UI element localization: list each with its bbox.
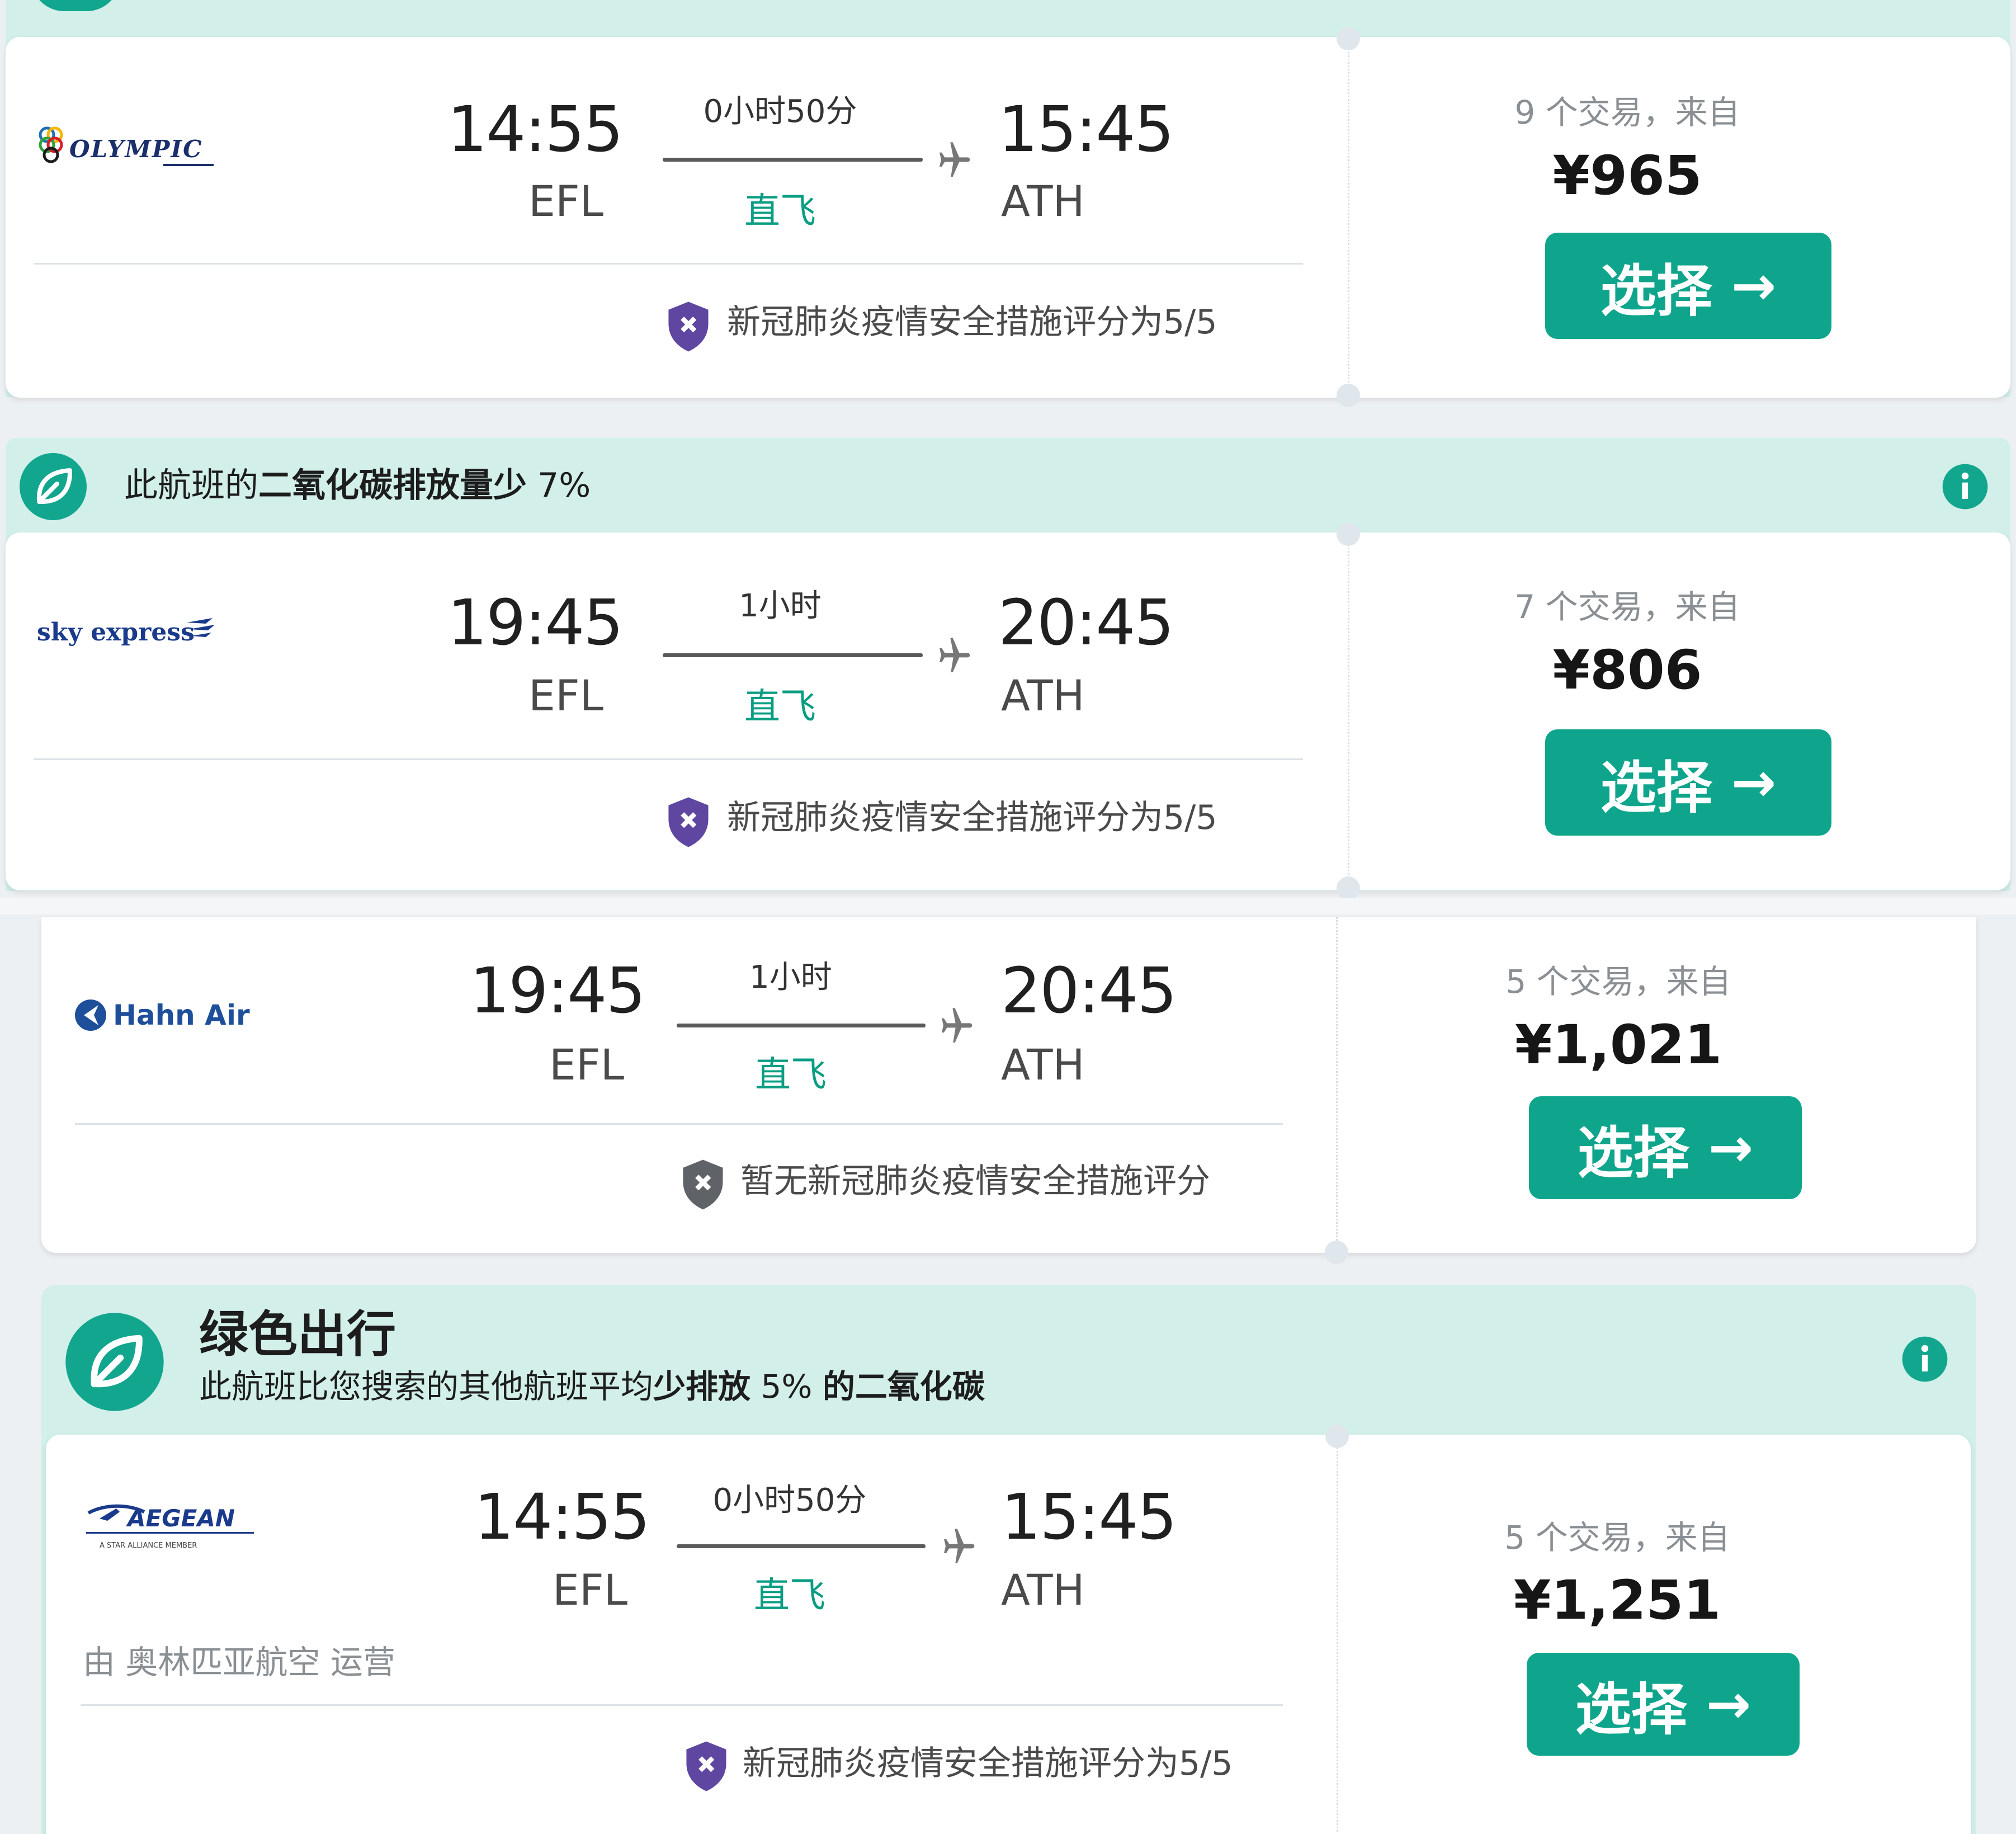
info-icon[interactable]	[1941, 462, 1990, 511]
price: ¥1,021	[1514, 1013, 1722, 1076]
departure-airport: EFL	[528, 176, 604, 226]
flight-duration: 0小时50分	[712, 1482, 867, 1519]
ticket-notch-top	[1337, 27, 1360, 50]
safety-score: 新冠肺炎疫情安全措施评分为5/5	[727, 303, 1217, 342]
arrival-time: 20:45	[1001, 955, 1177, 1027]
price: ¥806	[1552, 639, 1702, 701]
card-separator	[1348, 538, 1349, 885]
card-divider-line	[81, 1704, 1283, 1706]
ticket-notch-bottom	[1337, 384, 1360, 407]
safety-shield-icon	[668, 301, 709, 352]
ticket-notch-top	[1325, 1425, 1349, 1448]
departure-time: 14:55	[474, 1481, 650, 1554]
select-label: 选择	[1577, 1120, 1689, 1186]
deals-count: 9 个交易，来自	[1514, 93, 1740, 131]
sky-express-logo: sky express	[37, 618, 215, 647]
ticket-notch-bottom	[1337, 876, 1360, 900]
arrival-airport: ATH	[1001, 671, 1085, 720]
section-gap	[0, 898, 2016, 914]
card-separator	[1337, 1440, 1338, 1832]
route-line	[677, 1024, 926, 1027]
flight-duration: 1小时	[739, 588, 821, 624]
svg-text:Hahn Air: Hahn Air	[113, 999, 250, 1031]
card-separator	[1336, 917, 1338, 1247]
plane-icon	[939, 638, 970, 672]
svg-text:A STAR ALLIANCE MEMBER: A STAR ALLIANCE MEMBER	[100, 1541, 197, 1550]
flight-card[interactable]: AEGEAN A STAR ALLIANCE MEMBER 14:55 EFL …	[46, 1425, 1971, 1834]
arrival-time: 20:45	[998, 587, 1174, 659]
card-separator	[1348, 43, 1349, 392]
svg-text:AEGEAN: AEGEAN	[126, 1505, 235, 1532]
flight-card[interactable]: sky express 19:45 EFL 1小时 直飞 20:45 ATH 新…	[6, 522, 2010, 900]
eco-banner-text: 此航班的二氧化碳排放量少 7%	[124, 466, 591, 505]
route-line	[663, 158, 923, 162]
svg-text:OLYMPIC: OLYMPIC	[69, 135, 203, 163]
leaf-icon	[65, 1313, 164, 1411]
select-label: 选择	[1600, 258, 1712, 324]
plane-icon	[942, 1008, 972, 1043]
aegean-logo: AEGEAN A STAR ALLIANCE MEMBER	[86, 1504, 254, 1550]
arrival-time: 15:45	[998, 93, 1174, 166]
select-button[interactable]: 选择 →	[1545, 729, 1831, 836]
price: ¥965	[1552, 144, 1702, 207]
arrival-time: 15:45	[1001, 1481, 1177, 1554]
deals-count: 5 个交易，来自	[1504, 1519, 1730, 1557]
arrival-airport: ATH	[1001, 1040, 1085, 1090]
select-button[interactable]: 选择 →	[1545, 233, 1831, 339]
safety-score: 新冠肺炎疫情安全措施评分为5/5	[727, 798, 1217, 837]
plane-icon	[939, 142, 970, 177]
leaf-icon	[20, 453, 87, 520]
card-divider-line	[75, 1123, 1283, 1125]
hahn-air-logo: Hahn Air	[75, 999, 250, 1031]
departure-time: 19:45	[470, 955, 646, 1027]
flight-card[interactable]: OLYMPIC 14:55 EFL 0小时50分 直飞 15:45 ATH 新冠…	[6, 27, 2010, 407]
eco-banner-text: 此航班比您搜索的其他航班平均少排放 5% 的二氧化碳	[199, 1368, 985, 1406]
safety-score: 新冠肺炎疫情安全措施评分为5/5	[743, 1744, 1233, 1783]
arrow-right-icon: →	[1731, 751, 1777, 814]
departure-airport: EFL	[553, 1565, 628, 1615]
route-line	[677, 1544, 926, 1548]
safety-shield-icon-unrated	[683, 1159, 723, 1210]
svg-text:sky express: sky express	[37, 618, 195, 647]
card-divider-line	[34, 263, 1303, 265]
select-button[interactable]: 选择 →	[1529, 1096, 1802, 1199]
arrow-right-icon: →	[1706, 1673, 1751, 1736]
price: ¥1,251	[1513, 1569, 1721, 1632]
deals-count: 5 个交易，来自	[1505, 963, 1731, 1001]
safety-shield-icon	[686, 1741, 726, 1791]
arrival-airport: ATH	[1001, 1565, 1085, 1615]
info-icon[interactable]	[1900, 1335, 1949, 1384]
olympic-logo: OLYMPIC	[39, 126, 214, 166]
route-line	[663, 653, 923, 657]
select-label: 选择	[1575, 1676, 1687, 1742]
operated-by: 由 奥林匹亚航空 运营	[83, 1643, 395, 1681]
departure-time: 14:55	[447, 93, 624, 166]
arrow-right-icon: →	[1731, 254, 1777, 317]
arrival-airport: ATH	[1001, 176, 1085, 226]
stops-label: 直飞	[755, 1054, 827, 1096]
eco-banner-top-partial	[6, 0, 2010, 39]
deals-count: 7 个交易，来自	[1514, 588, 1740, 626]
departure-airport: EFL	[528, 671, 604, 720]
card-divider-line	[34, 758, 1303, 760]
select-label: 选择	[1600, 755, 1712, 821]
stops-label: 直飞	[744, 686, 816, 728]
arrow-right-icon: →	[1708, 1116, 1754, 1179]
safety-score: 暂无新冠肺炎疫情安全措施评分	[740, 1162, 1210, 1201]
flight-duration: 1小时	[749, 959, 832, 996]
stops-label: 直飞	[744, 191, 816, 232]
flight-card[interactable]: Hahn Air 19:45 EFL 1小时 直飞 20:45 ATH 暂无新冠…	[41, 917, 1976, 1264]
stops-label: 直飞	[754, 1575, 825, 1616]
eco-banner-title: 绿色出行	[199, 1305, 396, 1363]
select-button[interactable]: 选择 →	[1527, 1653, 1800, 1756]
departure-time: 19:45	[447, 587, 624, 659]
ticket-notch-bottom	[1325, 1241, 1348, 1264]
plane-icon	[944, 1529, 975, 1563]
safety-shield-icon	[668, 797, 709, 847]
departure-airport: EFL	[549, 1040, 625, 1090]
ticket-notch-top	[1337, 522, 1360, 546]
flight-duration: 0小时50分	[703, 93, 857, 130]
